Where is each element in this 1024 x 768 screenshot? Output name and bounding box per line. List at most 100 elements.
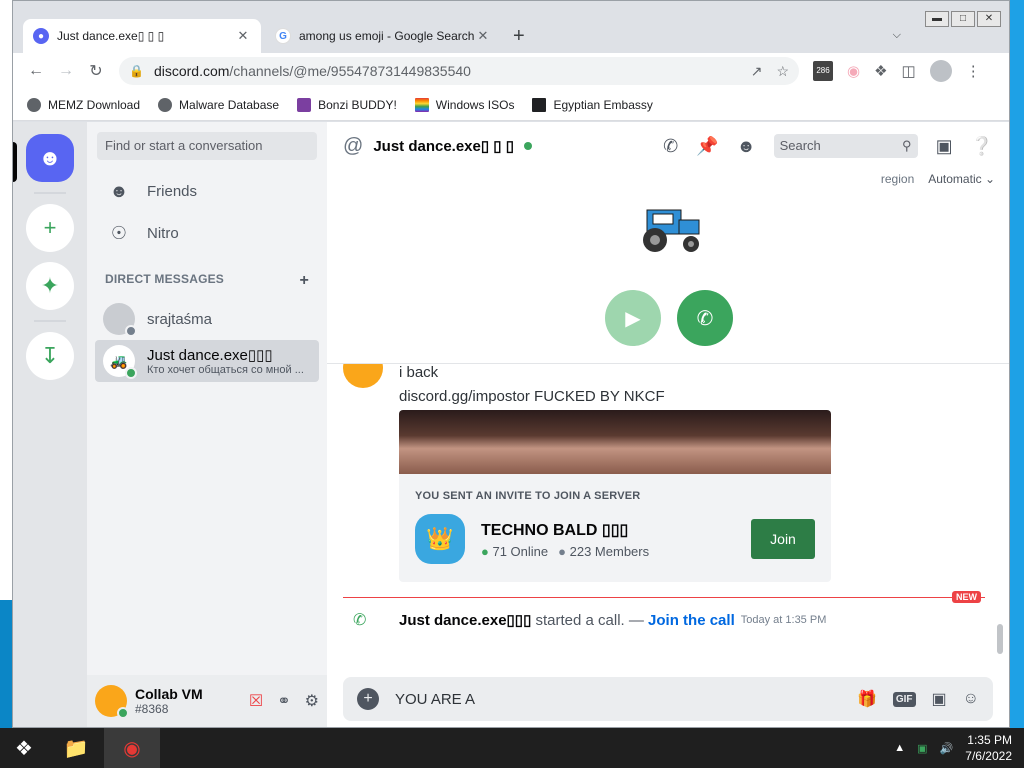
divider xyxy=(34,192,66,194)
explore-compass-icon[interactable]: ✦ xyxy=(26,262,74,310)
join-call-button[interactable]: ✆ xyxy=(677,290,733,346)
reload-icon[interactable]: ↻ xyxy=(81,61,111,81)
message-input[interactable]: YOU ARE A xyxy=(395,691,475,708)
share-icon[interactable]: ↗ xyxy=(751,63,763,80)
bookmark-item[interactable]: Bonzi BUDDY! xyxy=(297,97,397,112)
selected-pill xyxy=(13,142,17,182)
windows-start-icon[interactable]: ❖ xyxy=(0,736,48,761)
address-bar[interactable]: 🔒 discord.com /channels/@me/955478731449… xyxy=(119,57,799,85)
download-icon[interactable]: ↧ xyxy=(26,332,74,380)
forward-icon[interactable]: → xyxy=(51,62,81,80)
inbox-icon[interactable]: ▣ xyxy=(936,136,953,157)
dm-header: DIRECT MESSAGES + xyxy=(87,254,327,298)
channel-search-input[interactable]: Search ⚲ xyxy=(773,134,918,158)
header-tools: ✆ 📌 ☻ Search ⚲ ▣ ❔ xyxy=(663,134,993,158)
avatar[interactable] xyxy=(95,685,129,719)
bookmark-label: MEMZ Download xyxy=(48,97,141,112)
extension-badge-icon[interactable]: 286 xyxy=(813,61,833,81)
bookmark-star-icon[interactable]: ☆ xyxy=(776,63,789,80)
scrollbar-thumb[interactable] xyxy=(997,624,1003,654)
video-call-button[interactable]: ▶ xyxy=(605,290,661,346)
file-explorer-icon[interactable]: 📁 xyxy=(48,728,104,768)
chrome-icon[interactable]: ◉ xyxy=(104,728,160,768)
attach-plus-icon[interactable]: + xyxy=(357,688,379,710)
join-call-link[interactable]: Join the call xyxy=(648,612,735,629)
region-value[interactable]: Automatic ⌄ xyxy=(928,172,995,186)
dm-search-input[interactable]: Find or start a conversation xyxy=(97,132,317,160)
pin-icon[interactable]: 📌 xyxy=(696,136,718,157)
embed-image[interactable] xyxy=(399,410,831,474)
join-server-button[interactable]: Join xyxy=(751,519,815,559)
extensions-area: 286 ◉ ❖ ◫ ⋮ xyxy=(813,60,981,82)
scrollbar[interactable] xyxy=(997,374,1003,654)
globe-icon xyxy=(27,97,41,112)
emoji-icon[interactable]: ☺ xyxy=(963,690,979,708)
dm-item-just-dance[interactable]: 🚜 Just dance.exe▯▯▯ Кто хочет общаться с… xyxy=(95,340,319,382)
clock[interactable]: 1:35 PM 7/6/2022 xyxy=(965,732,1012,764)
close-tab-icon[interactable]: ✕ xyxy=(235,28,251,44)
nitro-link[interactable]: ☉ Nitro xyxy=(95,212,319,254)
gif-button[interactable]: GIF xyxy=(892,691,916,707)
divider xyxy=(34,320,66,322)
side-panel-icon[interactable]: ◫ xyxy=(902,62,916,80)
menu-kebab-icon[interactable]: ⋮ xyxy=(966,62,981,80)
discord-app: ☻ + ✦ ↧ Find or start a conversation ☻ Fr… xyxy=(13,122,1009,727)
sticker-icon[interactable]: ▣ xyxy=(932,689,947,709)
settings-gear-icon[interactable]: ⚙ xyxy=(305,691,319,711)
at-icon: @ xyxy=(343,134,364,157)
bookmark-item[interactable]: Egyptian Embassy xyxy=(532,97,653,112)
tab-discord[interactable]: ● Just dance.exe▯ ▯ ▯ ✕ xyxy=(23,19,261,53)
caller-name[interactable]: Just dance.exe▯▯▯ xyxy=(399,611,531,629)
bookmark-item[interactable]: Malware Database xyxy=(158,97,280,112)
voice-call-icon[interactable]: ✆ xyxy=(663,136,678,157)
maximize-button[interactable]: □ xyxy=(951,11,975,27)
tray-chevron-icon[interactable]: ▲ xyxy=(894,742,905,754)
volume-icon[interactable]: 🔊 xyxy=(940,742,954,755)
clock-time: 1:35 PM xyxy=(967,733,1012,747)
chrome-window: ● Just dance.exe▯ ▯ ▯ ✕ G among us emoji… xyxy=(12,0,1010,728)
network-icon[interactable]: ▣ xyxy=(917,742,927,755)
region-selector[interactable]: region Automatic ⌄ xyxy=(881,172,995,186)
user-controls: ☒ ⚭ ⚙ xyxy=(249,691,319,711)
close-window-button[interactable]: ✕ xyxy=(977,11,1001,27)
tab-search-chevron-icon[interactable]: ⌵ xyxy=(893,29,901,42)
bonzi-icon xyxy=(297,97,312,112)
tab-google[interactable]: G among us emoji - Google Search ✕ xyxy=(265,19,501,53)
extensions-puzzle-icon[interactable]: ❖ xyxy=(874,62,887,80)
discord-home-icon[interactable]: ☻ xyxy=(26,134,74,182)
help-icon[interactable]: ❔ xyxy=(971,136,993,157)
add-friend-icon[interactable]: ☻ xyxy=(737,136,756,157)
minimize-button[interactable]: ▬ xyxy=(925,11,949,27)
bookmark-label: Malware Database xyxy=(179,97,280,112)
profile-avatar-icon[interactable] xyxy=(929,60,952,82)
server-stats: ● 71 Online ● 223 Members xyxy=(481,543,650,559)
search-icon: ⚲ xyxy=(902,138,912,153)
extension-flag-icon[interactable]: ◉ xyxy=(847,62,860,80)
mute-mic-icon[interactable]: ☒ xyxy=(249,691,263,711)
add-server-icon[interactable]: + xyxy=(26,204,74,252)
bookmark-label: Bonzi BUDDY! xyxy=(318,97,397,112)
tab-title: among us emoji - Google Search xyxy=(299,29,475,43)
message-composer[interactable]: + YOU ARE A 🎁 GIF ▣ ☺ xyxy=(343,677,993,721)
tab-title: Just dance.exe▯ ▯ ▯ xyxy=(57,29,165,43)
status-dot xyxy=(125,325,137,337)
avatar xyxy=(103,303,137,337)
gift-icon[interactable]: 🎁 xyxy=(857,689,877,709)
friends-link[interactable]: ☻ Friends xyxy=(95,170,319,212)
bookmarks-bar: MEMZ Download Malware Database Bonzi BUD… xyxy=(13,89,1009,121)
lock-icon[interactable]: 🔒 xyxy=(129,64,144,78)
create-dm-button[interactable]: + xyxy=(299,272,309,290)
avatar[interactable] xyxy=(343,364,383,388)
bookmark-item[interactable]: MEMZ Download xyxy=(27,97,141,112)
headphones-icon[interactable]: ⚭ xyxy=(277,691,290,711)
server-name: TECHNO BALD ▯▯▯ xyxy=(481,521,629,539)
bookmark-item[interactable]: Windows ISOs xyxy=(414,97,514,112)
user-tag: #8368 xyxy=(135,702,169,716)
dm-item-srajtasma[interactable]: srajtaśma xyxy=(95,298,319,340)
new-tab-button[interactable]: + xyxy=(513,25,525,48)
bookmark-label: Egyptian Embassy xyxy=(553,97,653,112)
back-icon[interactable]: ← xyxy=(21,62,51,80)
friends-icon: ☻ xyxy=(109,180,129,201)
close-tab-icon[interactable]: ✕ xyxy=(475,28,491,44)
wix-icon xyxy=(532,97,547,112)
